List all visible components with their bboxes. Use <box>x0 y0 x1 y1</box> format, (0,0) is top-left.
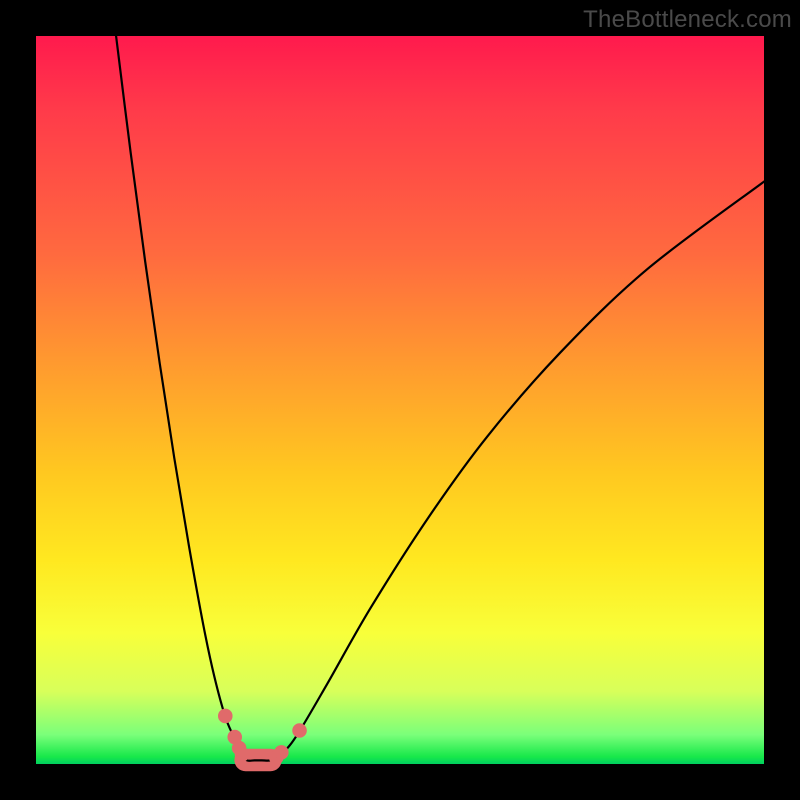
bottleneck-curve <box>116 36 764 761</box>
marker-dot <box>218 709 233 724</box>
marker-dot <box>274 745 289 760</box>
marker-dot <box>235 747 250 762</box>
chart-svg <box>36 36 764 764</box>
marker-dot <box>292 723 307 738</box>
watermark-text: TheBottleneck.com <box>583 6 792 34</box>
plot-area <box>36 36 764 764</box>
chart-stage: TheBottleneck.com <box>0 0 800 800</box>
